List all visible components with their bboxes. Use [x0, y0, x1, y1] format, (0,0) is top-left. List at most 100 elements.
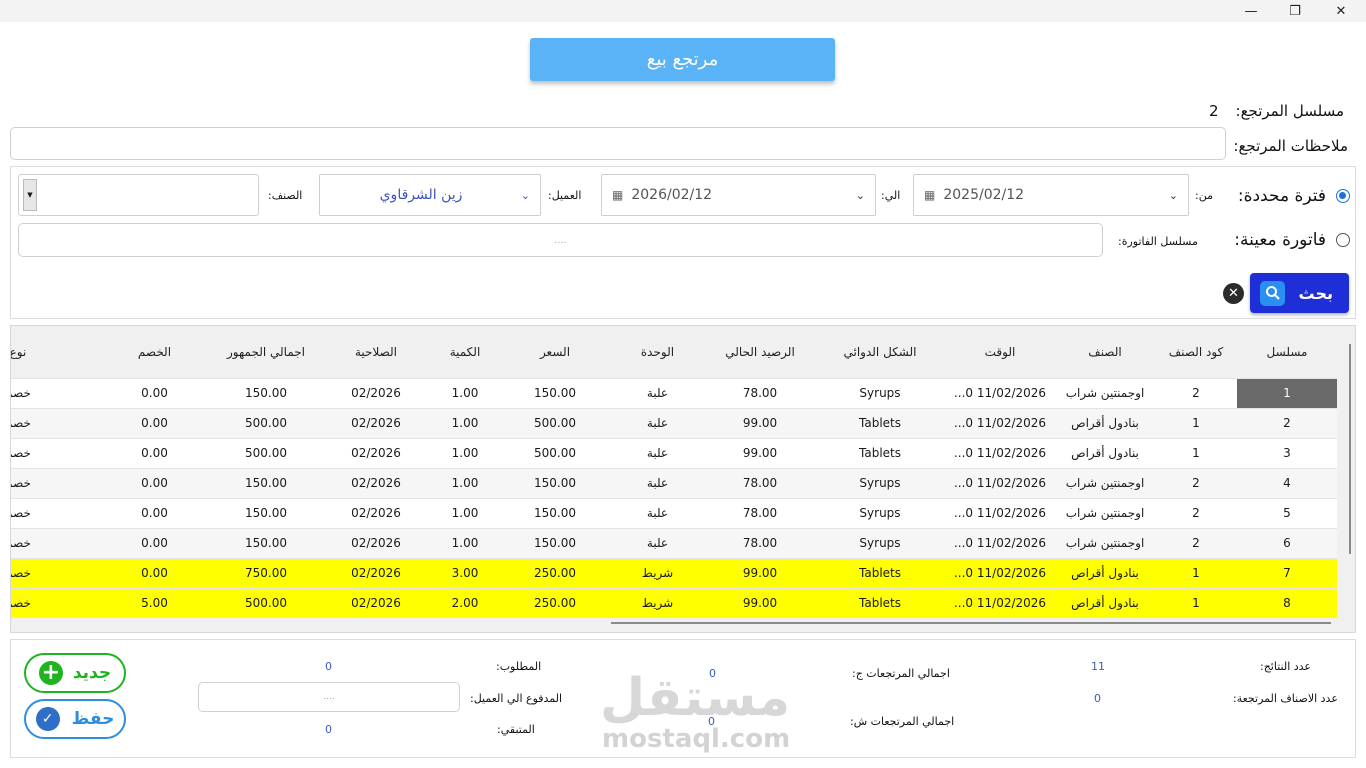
horizontal-scrollbar[interactable] [611, 622, 1331, 624]
table-cell[interactable]: 2 [1155, 377, 1237, 408]
table-cell[interactable]: خصم [11, 407, 99, 438]
table-cell[interactable]: 5 [1237, 497, 1337, 528]
table-row[interactable]: 1 2 اوجمنتين شراب 11/02/2026 0... Syrups 78.0… [11, 377, 1337, 408]
table-cell[interactable]: خصم [11, 497, 99, 528]
table-cell[interactable]: 150.00 [210, 467, 322, 498]
invoice-serial-input[interactable]: .... [18, 223, 1103, 257]
vertical-scrollbar[interactable] [1349, 344, 1351, 554]
table-cell[interactable]: 02/2026 [322, 557, 430, 588]
table-cell[interactable]: 250.00 [500, 557, 610, 588]
table-row[interactable]: 7 1 بنادول أقراص 11/02/2026 0... Tablets 99.0… [11, 557, 1337, 588]
table-cell[interactable]: 1 [1237, 377, 1337, 408]
table-cell[interactable]: 500.00 [210, 587, 322, 618]
column-header[interactable]: الصلاحية [322, 326, 430, 378]
table-cell[interactable]: 02/2026 [322, 437, 430, 468]
table-cell[interactable]: بنادول أقراص [1055, 587, 1155, 618]
table-cell[interactable]: 150.00 [210, 377, 322, 408]
close-button[interactable]: ✕ [1318, 0, 1364, 22]
table-cell[interactable]: 1.00 [430, 467, 500, 498]
table-cell[interactable]: 150.00 [210, 527, 322, 558]
table-cell[interactable]: خصم [11, 527, 99, 558]
table-cell[interactable]: شريط [610, 557, 705, 588]
table-cell[interactable]: علبة [610, 527, 705, 558]
table-cell[interactable]: علبة [610, 407, 705, 438]
table-cell[interactable]: 11/02/2026 0... [945, 527, 1055, 558]
table-cell[interactable]: 1.00 [430, 407, 500, 438]
table-row[interactable]: 5 2 اوجمنتين شراب 11/02/2026 0... Syrups 78.0… [11, 497, 1337, 528]
table-cell[interactable]: 0.00 [99, 527, 210, 558]
table-cell[interactable]: 78.00 [705, 497, 815, 528]
clear-search-icon[interactable]: ✕ [1223, 283, 1244, 304]
table-cell[interactable]: 2 [1237, 407, 1337, 438]
column-header[interactable]: نوع [11, 326, 99, 378]
table-cell[interactable]: 78.00 [705, 527, 815, 558]
table-cell[interactable]: 500.00 [500, 437, 610, 468]
customer-select[interactable]: زين الشرقاوي ⌄ [319, 174, 541, 216]
table-cell[interactable]: اوجمنتين شراب [1055, 377, 1155, 408]
table-cell[interactable]: 1.00 [430, 437, 500, 468]
table-cell[interactable]: 2 [1155, 497, 1237, 528]
table-cell[interactable]: خصم [11, 587, 99, 618]
table-cell[interactable]: 1.00 [430, 497, 500, 528]
from-date-picker[interactable]: ▦ 2025/02/12 ⌄ [913, 174, 1189, 216]
period-radio[interactable] [1336, 189, 1350, 203]
table-cell[interactable]: اوجمنتين شراب [1055, 527, 1155, 558]
table-cell[interactable]: 2 [1155, 467, 1237, 498]
table-cell[interactable]: علبة [610, 467, 705, 498]
table-cell[interactable]: 1 [1155, 557, 1237, 588]
dropdown-arrow-icon[interactable]: ▼ [23, 179, 37, 211]
table-cell[interactable]: Tablets [815, 407, 945, 438]
column-header[interactable]: اجمالي الجمهور [210, 326, 322, 378]
table-row[interactable]: 2 1 بنادول أقراص 11/02/2026 0... Tablets 99.0… [11, 407, 1337, 438]
table-cell[interactable]: 11/02/2026 0... [945, 467, 1055, 498]
table-cell[interactable]: Tablets [815, 437, 945, 468]
table-cell[interactable]: 4 [1237, 467, 1337, 498]
table-cell[interactable]: 11/02/2026 0... [945, 407, 1055, 438]
table-cell[interactable]: 150.00 [500, 377, 610, 408]
table-cell[interactable]: 99.00 [705, 557, 815, 588]
table-cell[interactable]: 3.00 [430, 557, 500, 588]
table-cell[interactable]: 11/02/2026 0... [945, 377, 1055, 408]
column-header[interactable]: الوحدة [610, 326, 705, 378]
table-cell[interactable]: 150.00 [210, 497, 322, 528]
column-header[interactable]: الوقت [945, 326, 1055, 378]
table-cell[interactable]: Syrups [815, 467, 945, 498]
table-cell[interactable]: 78.00 [705, 467, 815, 498]
table-cell[interactable]: 3 [1237, 437, 1337, 468]
table-cell[interactable]: 99.00 [705, 407, 815, 438]
table-cell[interactable]: علبة [610, 377, 705, 408]
table-cell[interactable]: 2 [1155, 527, 1237, 558]
table-cell[interactable]: 0.00 [99, 557, 210, 588]
table-cell[interactable]: شريط [610, 587, 705, 618]
table-cell[interactable]: اوجمنتين شراب [1055, 497, 1155, 528]
table-cell[interactable]: 02/2026 [322, 407, 430, 438]
table-cell[interactable]: 8 [1237, 587, 1337, 618]
table-cell[interactable]: 1 [1155, 407, 1237, 438]
table-cell[interactable]: 2.00 [430, 587, 500, 618]
table-cell[interactable]: بنادول أقراص [1055, 407, 1155, 438]
table-cell[interactable]: 02/2026 [322, 497, 430, 528]
table-cell[interactable]: 750.00 [210, 557, 322, 588]
table-cell[interactable]: 1 [1155, 437, 1237, 468]
table-cell[interactable]: 1.00 [430, 527, 500, 558]
table-cell[interactable]: 02/2026 [322, 527, 430, 558]
table-cell[interactable]: 6 [1237, 527, 1337, 558]
minimize-button[interactable]: — [1228, 0, 1274, 22]
maximize-button[interactable]: ❐ [1272, 0, 1318, 22]
table-cell[interactable]: 99.00 [705, 437, 815, 468]
table-cell[interactable]: 99.00 [705, 587, 815, 618]
table-cell[interactable]: علبة [610, 497, 705, 528]
table-cell[interactable]: 500.00 [210, 407, 322, 438]
table-cell[interactable]: 02/2026 [322, 467, 430, 498]
table-cell[interactable]: 500.00 [210, 437, 322, 468]
table-cell[interactable]: 7 [1237, 557, 1337, 588]
search-button[interactable]: بحث [1250, 273, 1349, 313]
table-cell[interactable]: 150.00 [500, 527, 610, 558]
table-cell[interactable]: 11/02/2026 0... [945, 437, 1055, 468]
table-cell[interactable]: اوجمنتين شراب [1055, 467, 1155, 498]
table-cell[interactable]: خصم [11, 557, 99, 588]
table-cell[interactable]: Tablets [815, 587, 945, 618]
return-notes-input[interactable] [10, 127, 1226, 160]
table-cell[interactable]: 1 [1155, 587, 1237, 618]
table-cell[interactable]: 78.00 [705, 377, 815, 408]
